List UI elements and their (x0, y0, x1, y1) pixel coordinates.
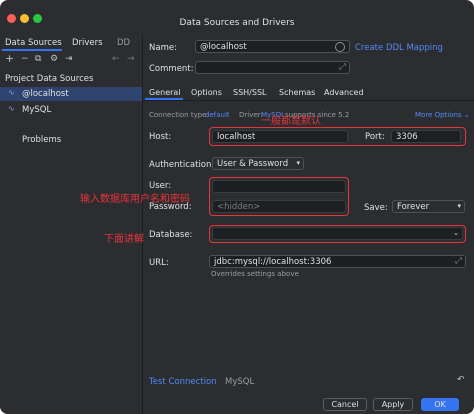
right-panel: Name: @localhost Create DDL Mapping Comm… (143, 34, 474, 414)
wrench-icon[interactable]: ⚙ (50, 54, 58, 64)
password-placeholder: <hidden> (217, 202, 261, 212)
project-data-sources-heading: Project Data Sources (5, 74, 94, 84)
host-value: localhost (217, 132, 256, 142)
name-label: Name: (149, 43, 177, 53)
expand-icon[interactable]: ⤢ (339, 62, 346, 72)
forward-arrow-icon[interactable]: → (127, 54, 135, 64)
host-field[interactable]: localhost (212, 130, 348, 143)
tab-advanced[interactable]: Advanced (324, 88, 364, 97)
create-ddl-mapping-link[interactable]: Create DDL Mapping (355, 43, 443, 53)
problems-item[interactable]: Problems (22, 135, 61, 145)
list-item-localhost[interactable]: ∿ @localhost (0, 87, 142, 101)
list-item-mysql[interactable]: ∿ MySQL (0, 103, 142, 117)
connection-type-label: Connection type: (149, 111, 209, 119)
database-label: Database: (149, 230, 193, 240)
bottom-driver-label: MySQL (225, 377, 255, 387)
tab-schemas[interactable]: Schemas (279, 88, 315, 97)
mysql-dolphin-icon: ∿ (8, 104, 15, 113)
export-icon[interactable]: ⇥ (65, 54, 73, 64)
tab-ddl[interactable]: DD (117, 38, 130, 48)
undo-icon[interactable]: ↶ (457, 375, 465, 385)
list-item-label: @localhost (22, 89, 69, 99)
color-circle-icon[interactable] (335, 42, 345, 52)
tab-data-sources[interactable]: Data Sources (5, 38, 62, 48)
add-icon[interactable]: + (5, 52, 14, 65)
chevron-down-icon: ▾ (457, 202, 461, 210)
url-label: URL: (149, 258, 169, 268)
user-field[interactable] (212, 180, 346, 193)
chevron-down-icon[interactable]: ⌄ (453, 229, 459, 237)
authentication-label: Authentication: (149, 160, 215, 170)
apply-button[interactable]: Apply (373, 398, 413, 411)
tab-options[interactable]: Options (191, 88, 222, 97)
left-toolbar: + − ⧉ ⚙ ⇥ ← → (0, 52, 142, 66)
left-tabs: Data Sources Drivers DD (0, 36, 142, 51)
port-field[interactable]: 3306 (391, 130, 461, 143)
active-tab-indicator (2, 49, 62, 51)
settings-tabs: General Options SSH/SSL Schemas Advanced (143, 86, 474, 101)
back-arrow-icon[interactable]: ← (112, 54, 120, 64)
database-field[interactable]: ⌄ (212, 227, 463, 240)
chevron-down-icon: ▾ (296, 159, 300, 167)
tab-general[interactable]: General (149, 88, 181, 97)
connection-type-link[interactable]: default (205, 111, 230, 119)
port-label: Port: (365, 132, 385, 142)
name-field[interactable]: @localhost (195, 40, 350, 53)
authentication-select[interactable]: User & Password ▾ (212, 157, 304, 170)
expand-icon[interactable]: ⤢ (455, 256, 462, 266)
comment-field[interactable]: ⤢ (195, 61, 350, 74)
host-annotation: 一般都是默认 (261, 116, 321, 127)
more-options-link[interactable]: More Options ⌄ (415, 111, 470, 119)
cancel-button[interactable]: Cancel (323, 398, 367, 411)
url-field[interactable]: jdbc:mysql://localhost:3306 ⤢ (209, 255, 466, 268)
port-value: 3306 (396, 132, 418, 142)
comment-label: Comment: (149, 64, 194, 74)
title-bar: Data Sources and Drivers (0, 0, 474, 34)
tab-ssh-ssl[interactable]: SSH/SSL (233, 88, 266, 97)
authentication-value: User & Password (217, 159, 289, 169)
left-panel: Data Sources Drivers DD + − ⧉ ⚙ ⇥ ← → Pr… (0, 34, 143, 414)
save-value: Forever (397, 202, 430, 212)
host-label: Host: (149, 132, 172, 142)
driver-label: Driver: (239, 111, 263, 119)
remove-icon[interactable]: − (21, 54, 29, 64)
credentials-annotation: 输入数据库用户名和密码 (80, 194, 190, 205)
window-title: Data Sources and Drivers (179, 18, 295, 28)
save-label: Save: (364, 203, 388, 213)
ok-button[interactable]: OK (421, 398, 459, 411)
database-annotation: 下面讲解 (104, 234, 144, 245)
url-note: Overrides settings above (211, 270, 299, 278)
url-value: jdbc:mysql://localhost:3306 (214, 257, 332, 267)
list-item-label: MySQL (22, 105, 52, 115)
dialog-window: Data Sources and Drivers Data Sources Dr… (0, 0, 474, 414)
save-select[interactable]: Forever ▾ (392, 200, 465, 213)
tab-drivers[interactable]: Drivers (72, 38, 103, 48)
test-connection-link[interactable]: Test Connection (149, 377, 217, 387)
active-tab-indicator (145, 98, 183, 100)
password-field[interactable]: <hidden> (212, 200, 346, 213)
name-value: @localhost (200, 42, 247, 52)
mysql-dolphin-icon: ∿ (8, 88, 15, 97)
copy-icon[interactable]: ⧉ (35, 54, 41, 64)
